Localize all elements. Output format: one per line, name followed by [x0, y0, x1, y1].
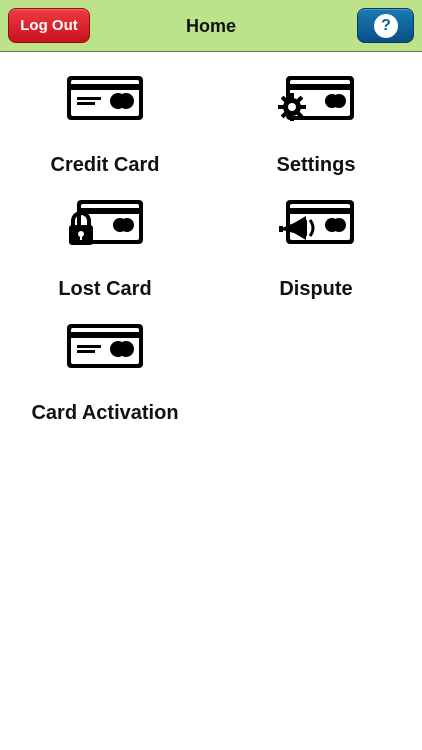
menu-label: Card Activation: [31, 402, 179, 424]
help-button[interactable]: ?: [357, 8, 414, 43]
card-megaphone-icon: [279, 200, 354, 244]
menu-dispute[interactable]: Dispute: [211, 190, 421, 310]
card-lock-icon: [69, 200, 143, 245]
menu-label: Lost Card: [58, 278, 152, 300]
menu-settings[interactable]: Settings: [211, 66, 421, 186]
logout-button[interactable]: Log Out: [8, 8, 90, 43]
menu-lost-card[interactable]: Lost Card: [0, 190, 210, 310]
card-settings-icon: [278, 76, 354, 121]
credit-card-icon: [67, 324, 143, 368]
top-bar: Home Log Out ?: [0, 0, 422, 52]
menu-label: Dispute: [279, 278, 353, 300]
help-icon: ?: [374, 14, 398, 38]
menu-label: Settings: [276, 154, 356, 176]
menu-card-activation[interactable]: Card Activation: [0, 314, 210, 434]
menu-label: Credit Card: [50, 154, 160, 176]
credit-card-icon: [67, 76, 143, 120]
home-screen: Home Log Out ? Credit Card Settings Lost…: [0, 0, 422, 750]
menu-credit-card[interactable]: Credit Card: [0, 66, 210, 186]
